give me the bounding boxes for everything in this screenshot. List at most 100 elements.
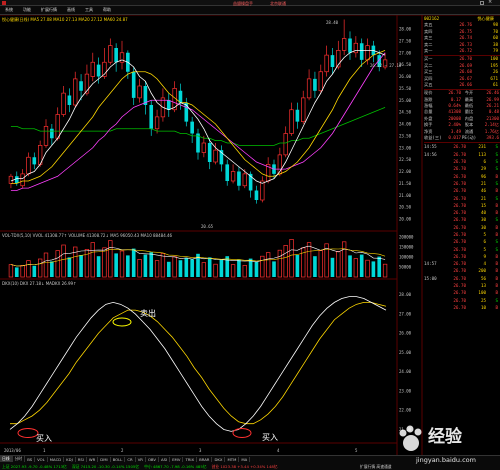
tick-time — [424, 158, 444, 165]
candle-body — [295, 109, 300, 122]
indicator-tab[interactable]: VR — [136, 456, 146, 462]
indicator-tab[interactable]: MA — [239, 456, 251, 462]
indicator-tab[interactable]: MTM — [225, 456, 240, 462]
indicator-tab[interactable]: OBV — [146, 456, 160, 462]
indicator-tab[interactable]: DMI — [98, 456, 111, 462]
volume-bar — [137, 259, 142, 278]
price-axis-label: 22.50 — [399, 157, 412, 162]
volume-bar — [32, 265, 37, 277]
volume-bar — [371, 261, 376, 277]
candle-body — [365, 45, 370, 61]
indicator-tab[interactable]: RSI — [76, 456, 87, 462]
volume-bar — [348, 255, 352, 277]
candle-body — [67, 95, 72, 105]
dkx-line — [9, 296, 387, 432]
tick-price: 26.70 — [453, 268, 466, 274]
volume-bar — [301, 247, 306, 278]
price-axis-label: 26.00 — [399, 74, 412, 79]
volume-bar — [90, 242, 95, 278]
candle-body — [190, 121, 194, 134]
candle-body — [73, 78, 78, 106]
menu-tools[interactable]: 工具 — [85, 7, 93, 13]
menu-drawing[interactable]: 画线 — [67, 7, 75, 13]
volume-bar — [166, 261, 171, 277]
dkx-axis-label: 22.00 — [399, 408, 412, 413]
menu-function[interactable]: 功能 — [23, 7, 31, 13]
price-axis-label: 24.50 — [399, 110, 412, 115]
maximize-icon[interactable] — [480, 1, 484, 5]
index-quote[interactable]: 中小 4867.70 -7.98 -0.16% 485亿 — [144, 464, 206, 470]
index-quote[interactable]: 上证 2027.93 -9.70 -0.48% 1713亿 — [2, 464, 67, 470]
candle-body — [301, 97, 306, 122]
candle-body — [359, 43, 364, 60]
price-axis-label: 25.00 — [399, 98, 412, 103]
candle-body — [8, 175, 14, 184]
volume-axis-label: 200000 — [399, 235, 414, 240]
candle-body — [43, 126, 49, 146]
indicator-tab[interactable]: WR — [87, 456, 99, 462]
candle-body — [154, 116, 160, 130]
candle-body — [20, 173, 25, 187]
order-label: 买五 — [424, 81, 433, 87]
buy-signal-marker — [232, 428, 252, 438]
candle-body — [213, 149, 218, 163]
date-axis-label: 2013/06 — [4, 448, 21, 453]
tick-row: 15:00 26.70 56 B — [424, 275, 500, 282]
index-quote[interactable]: 创业 1023.38 +3.44 +0.34% 148亿 — [212, 464, 278, 470]
indicator-tab[interactable]: CR — [125, 456, 136, 462]
indicator-tab[interactable]: BOLL — [111, 456, 126, 462]
sell-orders: 卖五 26.76 98 卖四 26.75 70 卖三 26.74 60 卖二 26.73 38 卖一 26… — [424, 22, 500, 54]
stat-label: 收益(三) — [424, 135, 442, 141]
menu-help[interactable]: 帮助 — [103, 7, 111, 13]
menu-extended-market[interactable]: 扩展行情 — [41, 7, 57, 13]
volume-bar — [207, 257, 212, 277]
indicator-tab[interactable]: TRIX — [183, 456, 198, 462]
indicator-tab[interactable]: 日线 — [0, 456, 13, 462]
tick-time — [424, 304, 444, 311]
tick-price: 26.70 — [453, 180, 466, 186]
price-axis-label: 27.00 — [399, 50, 412, 55]
tick-row: 26.70 9 B — [424, 253, 500, 260]
tick-direction: S — [495, 246, 498, 252]
tick-volume: 56 — [480, 275, 486, 281]
indicator-tab[interactable]: BS — [25, 456, 36, 462]
volume-bar — [149, 252, 154, 277]
volume-bar — [126, 255, 130, 277]
tick-price: 26.70 — [453, 275, 466, 281]
candle-body — [61, 92, 66, 115]
volume-bar — [43, 252, 49, 278]
close-icon[interactable]: × — [488, 0, 492, 5]
indicator-tab[interactable]: BRAR — [197, 456, 213, 462]
menu-system[interactable]: 系统 — [5, 7, 13, 13]
indicator-tab[interactable]: KDJ — [64, 456, 76, 462]
tick-price: 26.70 — [453, 173, 466, 179]
status-tip: 扩展行情 高速通道 — [360, 463, 392, 469]
tick-volume: 40 — [480, 210, 486, 216]
volume-bar — [61, 244, 66, 278]
candle-body — [318, 71, 323, 92]
tick-price: 26.70 — [453, 224, 466, 230]
tick-row: 26.70 30 S — [424, 216, 500, 223]
volume-axis-label: 50000 — [399, 265, 412, 270]
indicator-tab[interactable]: MACD — [48, 456, 65, 462]
candle-body — [225, 164, 230, 181]
candle-body — [289, 109, 294, 134]
indicator-tab[interactable]: DKX — [212, 456, 226, 462]
volume-bar — [277, 249, 283, 278]
indicator-tab[interactable]: 分时 — [13, 456, 26, 462]
tick-volume: 21 — [480, 195, 486, 201]
indicator-tab[interactable]: EMV — [170, 456, 184, 462]
dkx-axis-label: 23.00 — [399, 388, 412, 393]
tick-volume: 113 — [478, 151, 486, 157]
index-quote[interactable]: 深证 7415.20 -10.30 -0.14% 1505亿 — [72, 464, 139, 470]
indicator-tab[interactable]: ASI — [159, 456, 171, 462]
tick-time — [424, 231, 444, 238]
tick-direction: S — [495, 151, 498, 157]
chart-area[interactable]: 28.00 27.50 27.00 26.50 26.00 25.50 25.00 24.50… — [0, 14, 500, 455]
order-volume: 79 — [492, 47, 498, 53]
indicator-tab[interactable]: VOL — [35, 456, 48, 462]
volume-bar — [330, 257, 335, 277]
sell-signal-marker — [112, 317, 132, 327]
tick-price: 26.70 — [453, 202, 466, 208]
buy-signal-label: 买入 — [36, 434, 52, 443]
